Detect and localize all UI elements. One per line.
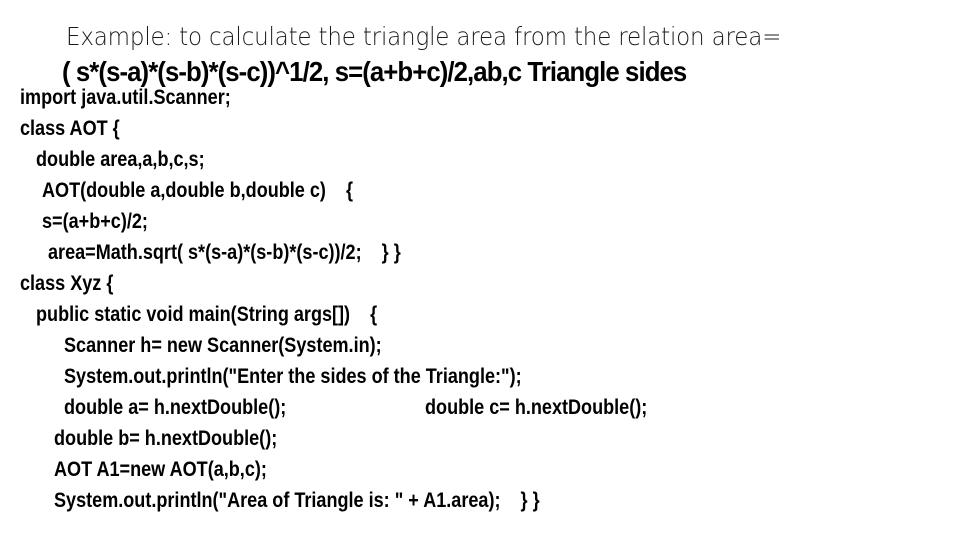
code-line-area-calc: area=Math.sqrt( s*(s-a)*(s-b)*(s-c))/2; … [48, 241, 401, 264]
code-line-class-xyz: class Xyz { [20, 272, 114, 295]
code-line-scanner: Scanner h= new Scanner(System.in); [64, 334, 382, 357]
code-line-read-a: double a= h.nextDouble(); [64, 396, 287, 419]
code-line-new-aot: AOT A1=new AOT(a,b,c); [54, 458, 267, 481]
code-line-constructor: AOT(double a,double b,double c) { [42, 179, 354, 202]
code-line-semi-perimeter: s=(a+b+c)/2; [42, 210, 148, 233]
slide: Example: to calculate the triangle area … [0, 0, 960, 540]
code-line-fields: double area,a,b,c,s; [36, 148, 205, 171]
code-line-main: public static void main(String args[]) { [36, 303, 378, 326]
code-line-print-area: System.out.println("Area of Triangle is:… [54, 489, 540, 512]
code-line-import: import java.util.Scanner; [20, 86, 231, 109]
code-line-read-b: double b= h.nextDouble(); [54, 427, 278, 450]
slide-title: Example: to calculate the triangle area … [66, 22, 782, 51]
code-line-class-aot: class AOT { [20, 117, 120, 140]
code-line-read-c: double c= h.nextDouble(); [425, 396, 648, 419]
heron-formula: ( s*(s-a)*(s-b)*(s-c))^1/2, s=(a+b+c)/2,… [62, 56, 687, 87]
code-line-prompt: System.out.println("Enter the sides of t… [64, 365, 522, 388]
